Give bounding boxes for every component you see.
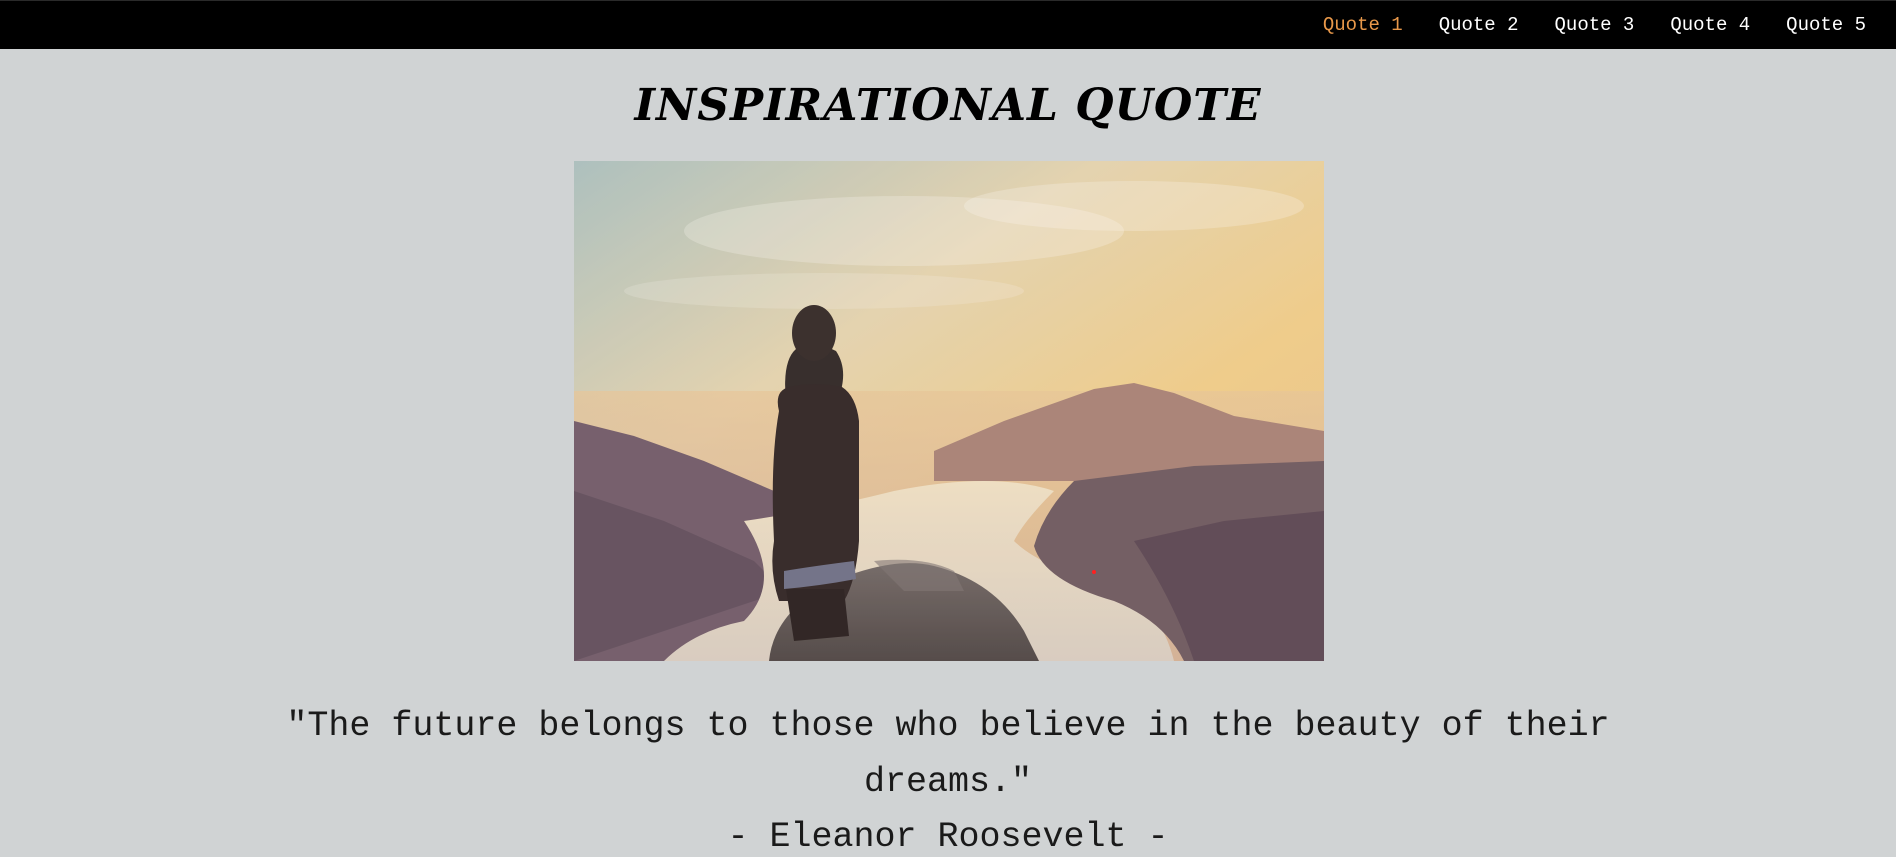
nav-link-quote-1[interactable]: Quote 1 (1305, 1, 1421, 50)
quote-image (574, 161, 1324, 661)
nav-link-quote-5[interactable]: Quote 5 (1768, 1, 1884, 50)
top-navbar: Quote 1 Quote 2 Quote 3 Quote 4 Quote 5 (0, 0, 1896, 49)
quote-author: - Eleanor Roosevelt - (727, 817, 1169, 857)
nav-list: Quote 1 Quote 2 Quote 3 Quote 4 Quote 5 (1305, 1, 1884, 50)
page-title: INSPIRATIONAL QUOTE (634, 80, 1262, 131)
nav-link-quote-4[interactable]: Quote 4 (1652, 1, 1768, 50)
nav-link-quote-2[interactable]: Quote 2 (1421, 1, 1537, 50)
quote-text: "The future belongs to those who believe… (286, 706, 1610, 802)
nav-link-quote-3[interactable]: Quote 3 (1537, 1, 1653, 50)
